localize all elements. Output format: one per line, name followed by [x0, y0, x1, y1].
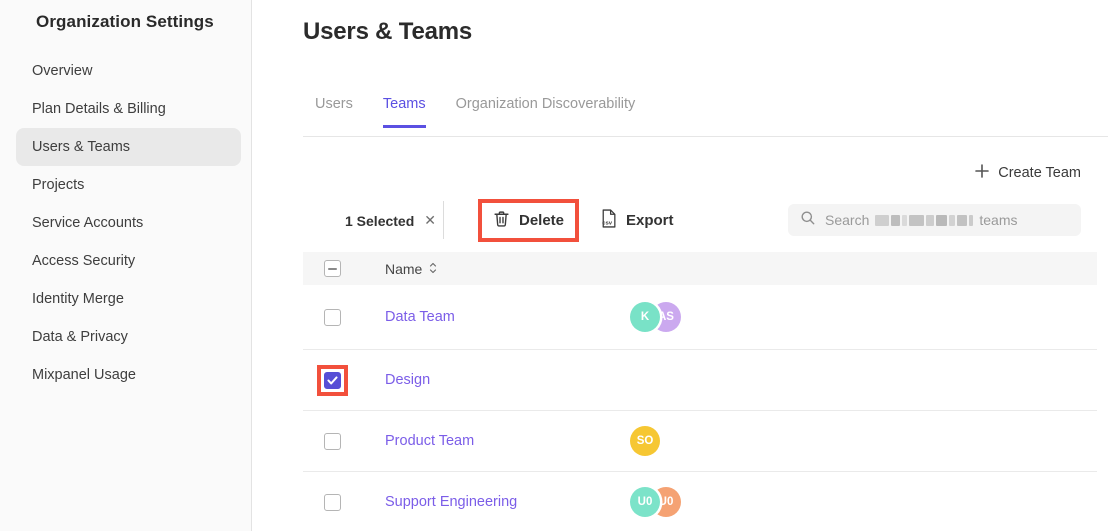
tab-organization-discoverability[interactable]: Organization Discoverability: [456, 96, 636, 128]
sidebar-item-overview[interactable]: Overview: [16, 52, 241, 90]
sidebar-item-users-teams[interactable]: Users & Teams: [16, 128, 241, 166]
table-row: Data Team K AS: [303, 285, 1097, 350]
team-link-design[interactable]: Design: [385, 372, 430, 388]
team-link-support-engineering[interactable]: Support Engineering: [385, 494, 517, 510]
team-link-product-team[interactable]: Product Team: [385, 433, 474, 449]
toolbar-divider: [443, 201, 444, 239]
clear-selection-icon[interactable]: ✕: [424, 212, 436, 229]
member-avatars: SO: [630, 426, 660, 456]
sidebar-item-mixpanel-usage[interactable]: Mixpanel Usage: [16, 356, 241, 394]
table-row: Support Engineering U0 U0: [303, 472, 1097, 531]
delete-button[interactable]: Delete: [482, 203, 575, 238]
create-team-label: Create Team: [998, 165, 1081, 181]
sidebar-item-identity-merge[interactable]: Identity Merge: [16, 280, 241, 318]
sidebar-item-data-privacy[interactable]: Data & Privacy: [16, 318, 241, 356]
avatar: K: [630, 302, 660, 332]
delete-button-label: Delete: [519, 212, 564, 229]
sidebar-item-plan-details-billing[interactable]: Plan Details & Billing: [16, 90, 241, 128]
row-checkbox-design[interactable]: [324, 372, 341, 389]
sidebar-item-access-security[interactable]: Access Security: [16, 242, 241, 280]
annotation-highlight-delete: Delete: [478, 199, 579, 242]
tab-bar: Users Teams Organization Discoverability: [315, 96, 635, 128]
create-team-button[interactable]: Create Team: [975, 164, 1081, 182]
avatar: SO: [630, 426, 660, 456]
table-row: Product Team SO: [303, 411, 1097, 472]
search-placeholder: Search teams: [825, 212, 1017, 228]
tab-bar-divider: [303, 136, 1108, 137]
table-row: Design: [303, 350, 1097, 411]
member-avatars: U0 U0: [630, 487, 681, 517]
team-link-data-team[interactable]: Data Team: [385, 309, 455, 325]
csv-file-icon: csv: [600, 209, 617, 232]
export-button-label: Export: [626, 212, 674, 229]
plus-icon: [975, 164, 989, 182]
annotation-highlight-checkbox: [317, 365, 348, 396]
row-checkbox-data-team[interactable]: [324, 309, 341, 326]
redacted-text-block: [875, 215, 973, 226]
sidebar-nav: Overview Plan Details & Billing Users & …: [0, 52, 251, 394]
row-checkbox-product-team[interactable]: [324, 433, 341, 450]
svg-text:csv: csv: [602, 220, 613, 226]
main-content: Users & Teams Users Teams Organization D…: [253, 0, 1108, 531]
tab-teams[interactable]: Teams: [383, 96, 426, 128]
page-title: Users & Teams: [303, 18, 472, 46]
avatar: U0: [630, 487, 660, 517]
sidebar-item-projects[interactable]: Projects: [16, 166, 241, 204]
select-all-checkbox[interactable]: [324, 260, 341, 277]
selection-status: 1 Selected ✕: [345, 212, 436, 229]
name-column-header[interactable]: Name: [385, 261, 437, 277]
member-avatars: K AS: [630, 302, 681, 332]
search-input[interactable]: Search teams: [788, 204, 1081, 236]
table-header-row: Name: [303, 252, 1097, 285]
export-button[interactable]: csv Export: [600, 209, 674, 232]
settings-sidebar: Organization Settings Overview Plan Deta…: [0, 0, 252, 531]
tab-users[interactable]: Users: [315, 96, 353, 128]
trash-icon: [493, 210, 510, 231]
organization-settings-page: Organization Settings Overview Plan Deta…: [0, 0, 1108, 531]
selected-count: 1 Selected: [345, 213, 414, 229]
indeterminate-dash-icon: [328, 268, 337, 270]
sort-icon: [429, 261, 437, 277]
search-icon: [800, 210, 816, 231]
sidebar-title: Organization Settings: [36, 12, 214, 32]
row-checkbox-support-engineering[interactable]: [324, 494, 341, 511]
sidebar-item-service-accounts[interactable]: Service Accounts: [16, 204, 241, 242]
teams-table: Name Data Team K AS: [303, 252, 1097, 531]
checkmark-icon: [327, 376, 338, 385]
